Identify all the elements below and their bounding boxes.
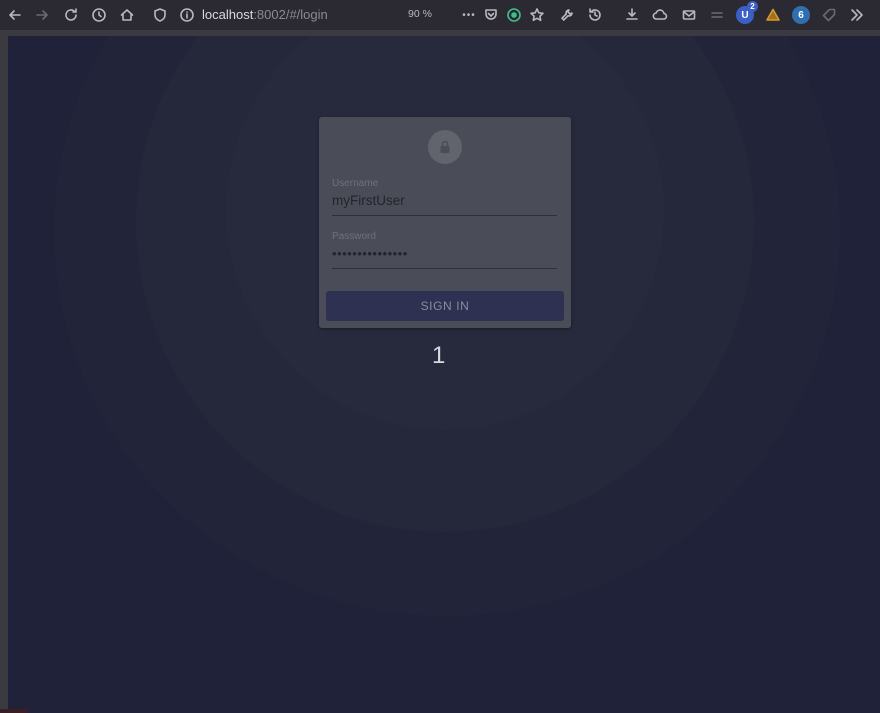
lock-avatar	[428, 130, 462, 164]
login-card: Username myFirstUser Password ••••••••••…	[319, 117, 571, 328]
reload-icon[interactable]	[60, 4, 82, 26]
mail-icon[interactable]	[678, 4, 700, 26]
password-field[interactable]: Password •••••••••••••••	[332, 231, 557, 269]
sign-in-button[interactable]: SIGN IN	[326, 291, 564, 321]
page-actions-icon[interactable]: •••	[458, 4, 480, 26]
password-label: Password	[332, 231, 376, 242]
extension-green-icon[interactable]	[503, 4, 525, 26]
username-label: Username	[332, 178, 379, 189]
url-host: localhost	[202, 7, 254, 22]
site-info-icon[interactable]	[176, 4, 198, 26]
lock-icon	[440, 140, 450, 153]
back-icon[interactable]	[4, 4, 26, 26]
corner-mark	[0, 709, 28, 713]
page-viewport: Username myFirstUser Password ••••••••••…	[8, 36, 880, 713]
pocket-icon[interactable]	[480, 4, 502, 26]
username-input[interactable]: myFirstUser	[332, 193, 557, 209]
forward-icon[interactable]	[31, 4, 53, 26]
password-underline	[332, 268, 557, 269]
extension-warning-icon[interactable]	[762, 4, 784, 26]
history-clock-icon[interactable]	[88, 4, 110, 26]
step-number: 1	[432, 342, 446, 369]
browser-toolbar: localhost:8002/#/login 90 % ••• U 2 6	[0, 0, 880, 30]
restore-history-icon[interactable]	[584, 4, 606, 26]
wrench-icon[interactable]	[556, 4, 578, 26]
url-bar[interactable]: localhost:8002/#/login	[202, 7, 328, 23]
password-input[interactable]: •••••••••••••••	[332, 246, 557, 262]
zoom-level[interactable]: 90 %	[408, 8, 432, 20]
bookmark-star-icon[interactable]	[526, 4, 548, 26]
downloads-icon[interactable]	[621, 4, 643, 26]
username-field[interactable]: Username myFirstUser	[332, 178, 557, 216]
extension-globe-icon[interactable]: 6	[792, 6, 810, 24]
username-underline	[332, 215, 557, 216]
extension-dim-icon[interactable]	[706, 4, 728, 26]
home-icon[interactable]	[116, 4, 138, 26]
extension-count-badge: 2	[747, 1, 758, 12]
cloud-sync-icon[interactable]	[649, 4, 671, 26]
tag-icon[interactable]	[818, 4, 840, 26]
url-path: :8002/#/login	[253, 7, 328, 22]
overflow-chevron-icon[interactable]	[846, 4, 868, 26]
tracking-shield-icon[interactable]	[149, 4, 171, 26]
